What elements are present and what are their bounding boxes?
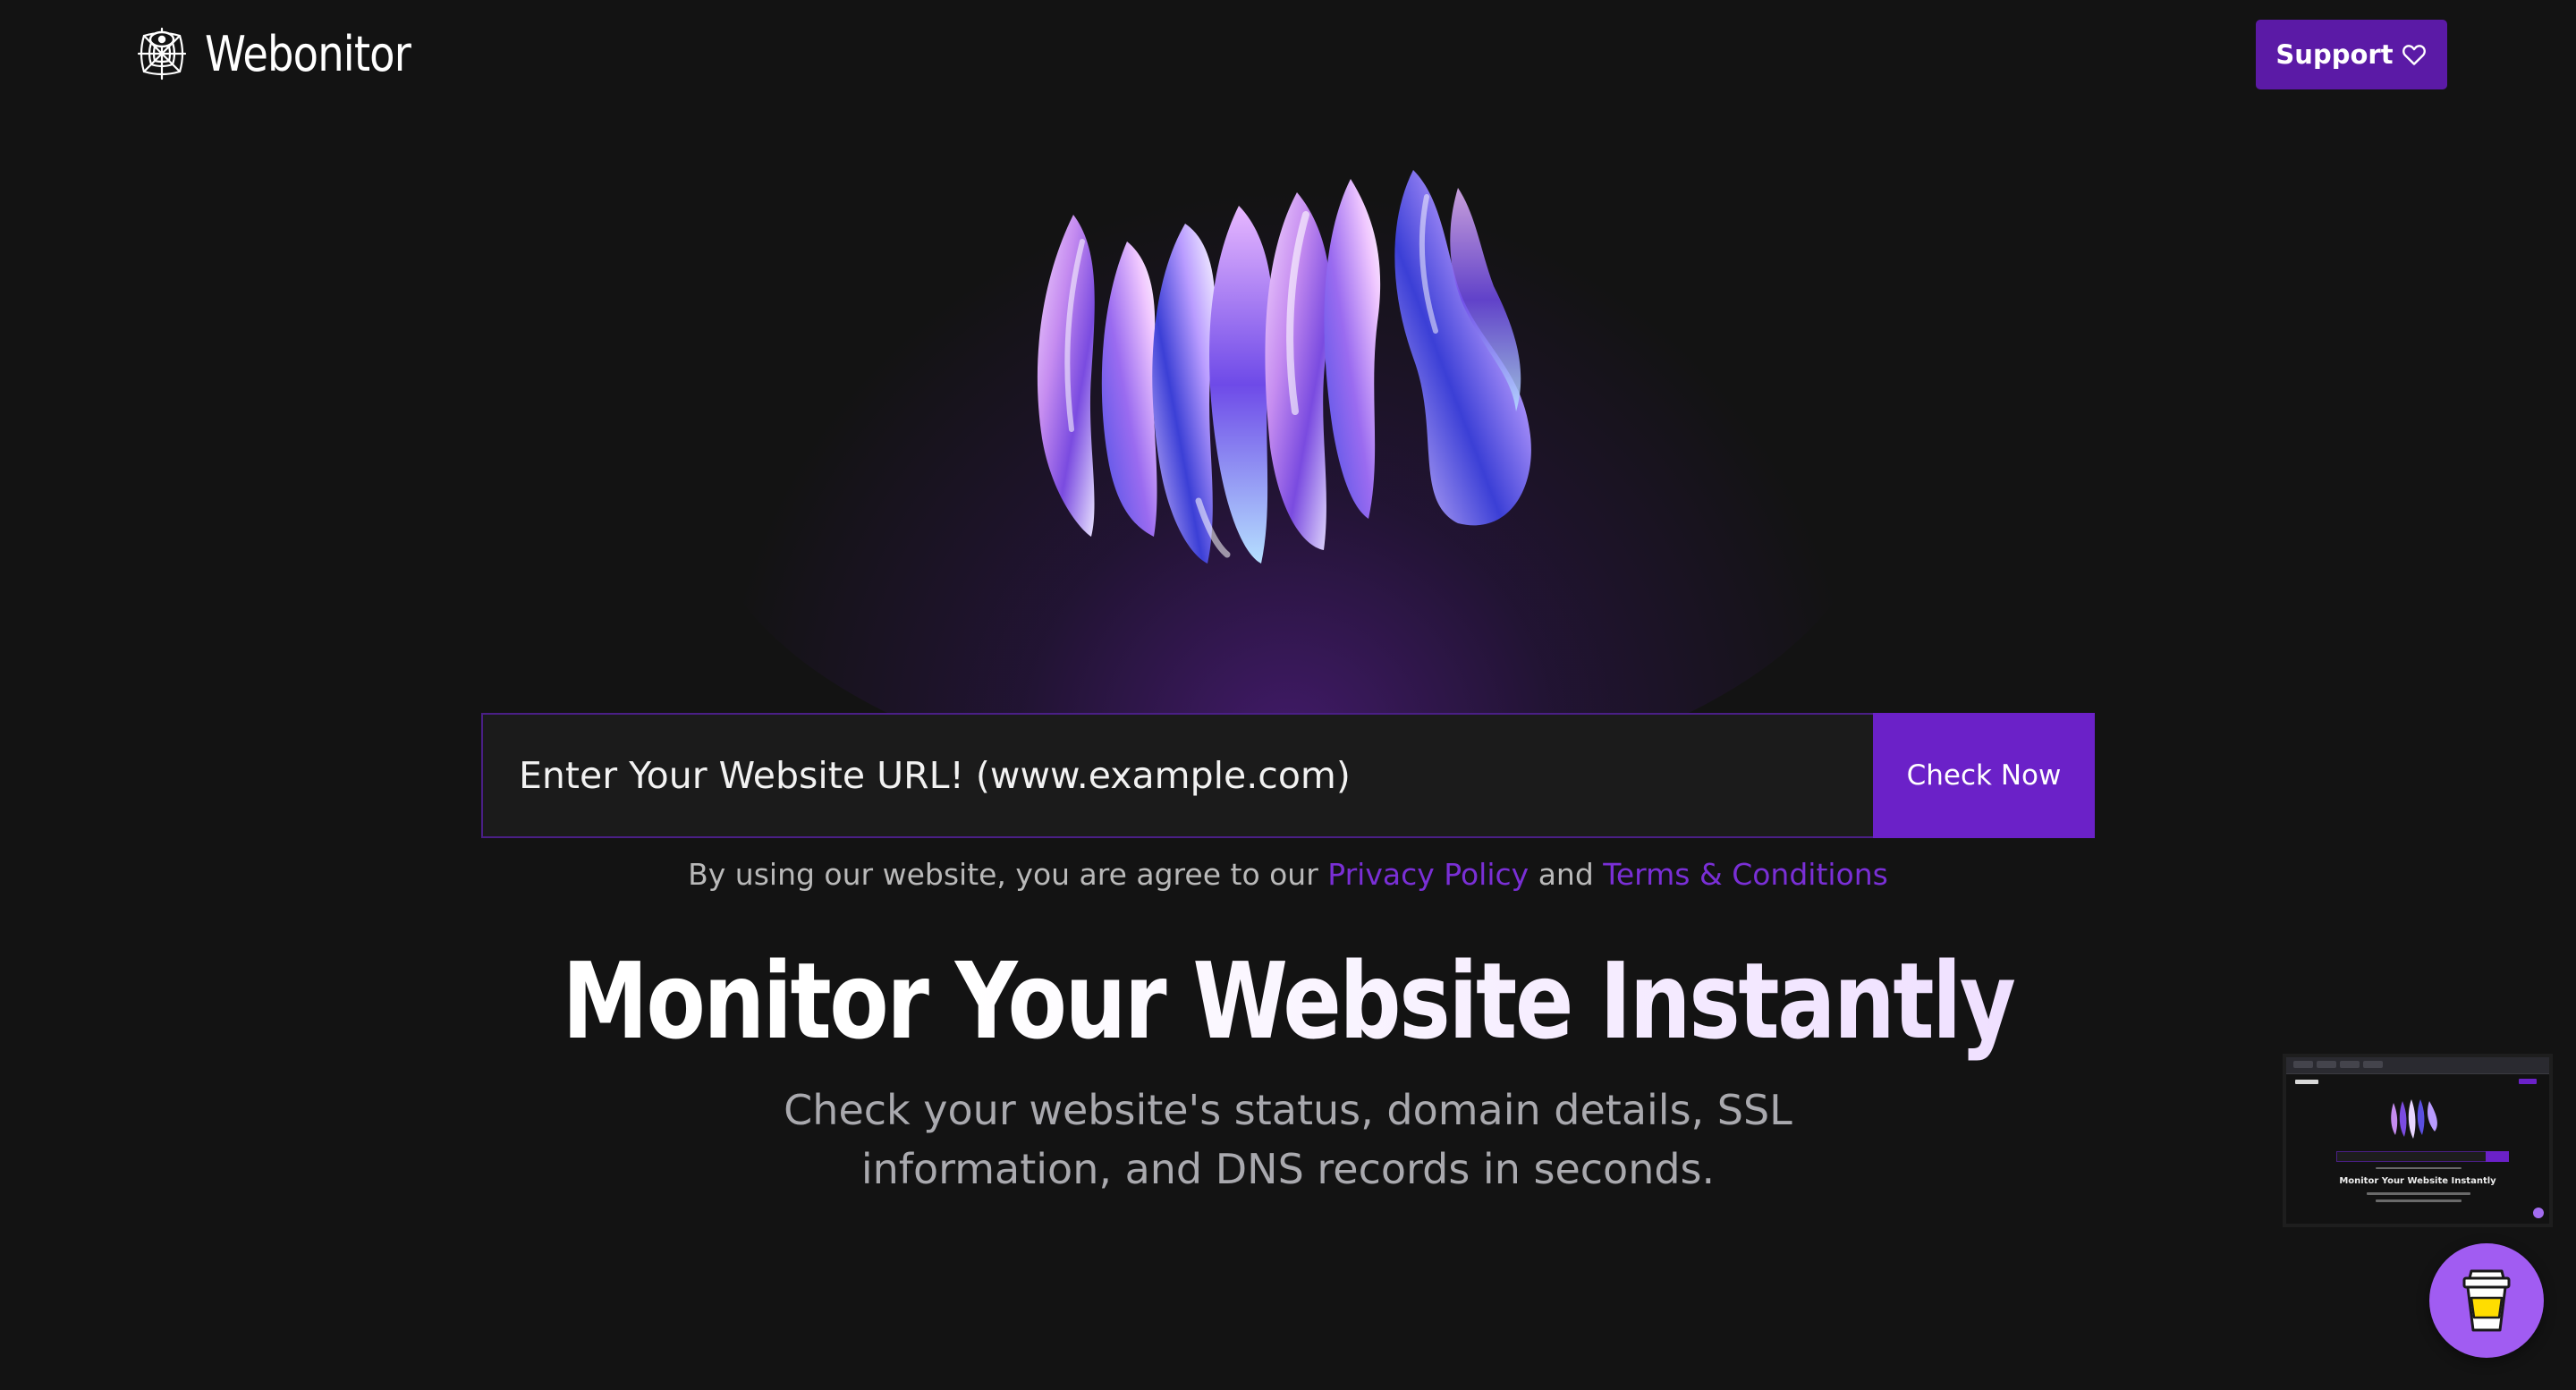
url-search-form: Enter Your Website URL! (www.example.com… — [481, 713, 2095, 838]
buy-me-a-coffee-button[interactable] — [2429, 1243, 2544, 1358]
spider-web-eye-icon — [137, 27, 187, 81]
preview-consent-line — [2376, 1167, 2462, 1169]
hero-title: Monitor Your Website Instantly — [232, 939, 2344, 1063]
preview-subtitle-line — [2367, 1192, 2470, 1195]
preview-support-button — [2519, 1079, 2537, 1084]
hero-subtitle: Check your website's status, domain deta… — [784, 1086, 1792, 1193]
preview-hero-art — [2391, 1099, 2437, 1139]
brand-name: Webonitor — [205, 25, 411, 82]
heart-icon — [2402, 45, 2426, 65]
terms-conditions-link[interactable]: Terms & Conditions — [1603, 857, 1888, 892]
preview-tab — [2363, 1061, 2383, 1068]
privacy-policy-link[interactable]: Privacy Policy — [1327, 857, 1529, 892]
preview-subtitle-line — [2376, 1199, 2462, 1202]
hero-3d-art — [1037, 170, 1531, 564]
preview-check-button — [2486, 1151, 2509, 1162]
consent-conjunction: and — [1538, 857, 1594, 892]
url-input[interactable]: Enter Your Website URL! (www.example.com… — [481, 713, 1873, 838]
check-now-button[interactable]: Check Now — [1873, 713, 2095, 838]
preview-browser-chrome — [2286, 1057, 2549, 1074]
consent-text: By using our website, you are agree to o… — [0, 857, 2576, 892]
preview-title: Monitor Your Website Instantly — [2339, 1176, 2496, 1186]
consent-prefix: By using our website, you are agree to o… — [688, 857, 1318, 892]
support-button-label: Support — [2275, 39, 2394, 70]
preview-tab — [2317, 1061, 2336, 1068]
preview-coffee-dot — [2533, 1208, 2544, 1218]
support-button[interactable]: Support — [2256, 20, 2447, 89]
screenshot-preview-thumbnail[interactable]: Monitor Your Website Instantly — [2283, 1054, 2553, 1227]
preview-page: Monitor Your Website Instantly — [2286, 1074, 2549, 1224]
preview-logo — [2295, 1080, 2318, 1084]
preview-tab — [2340, 1061, 2360, 1068]
brand-logo[interactable]: Webonitor — [128, 20, 444, 88]
preview-url-input — [2336, 1151, 2487, 1162]
coffee-cup-icon — [2462, 1269, 2511, 1332]
preview-tab — [2293, 1061, 2313, 1068]
url-input-placeholder: Enter Your Website URL! (www.example.com… — [519, 754, 1351, 797]
page: Webonitor Support Enter Your Website URL… — [0, 0, 2576, 1390]
